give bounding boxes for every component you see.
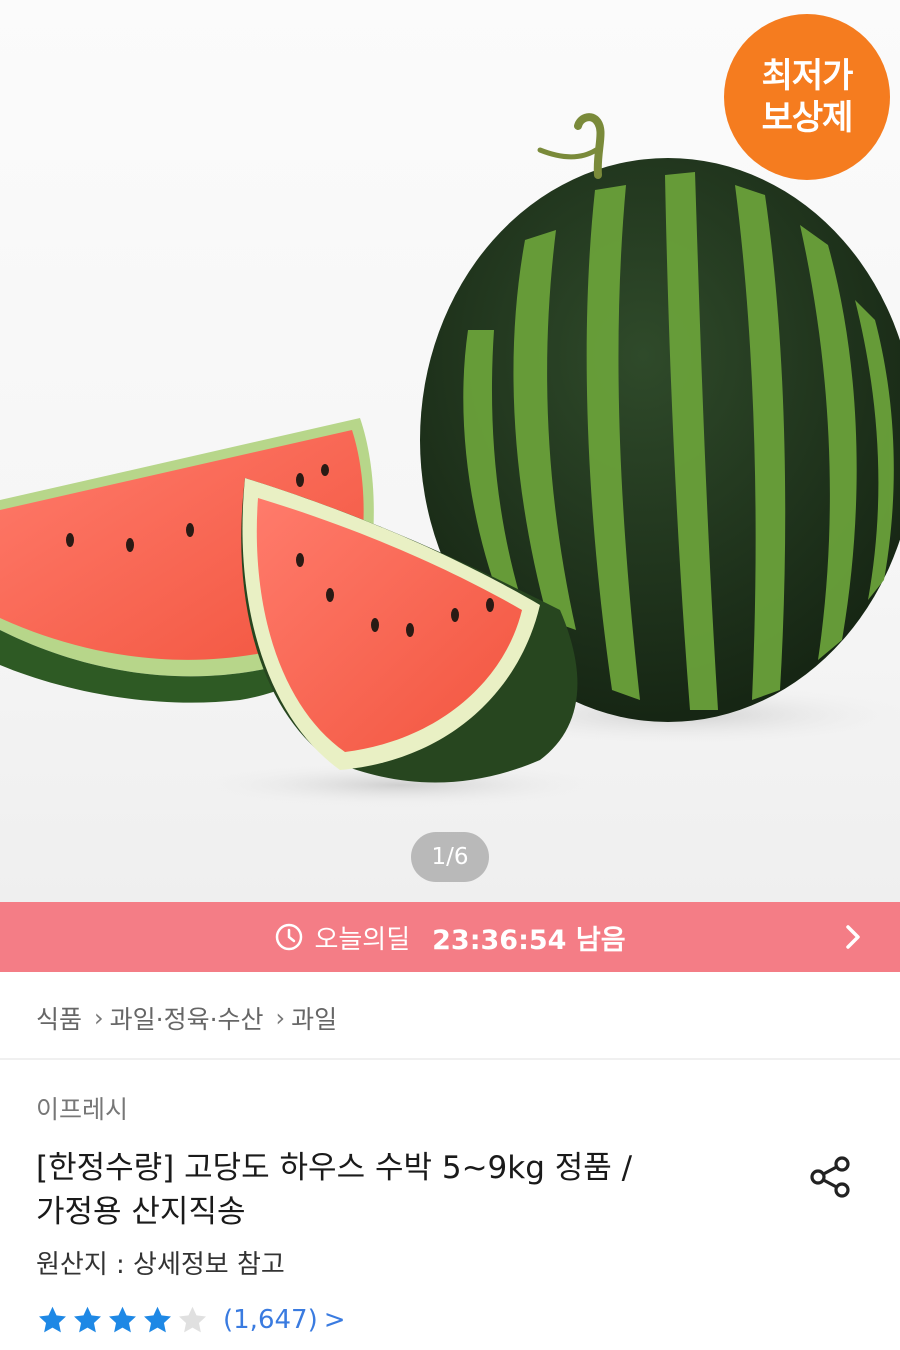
badge-line-2: 보상제 [761, 98, 854, 138]
rating-stars [36, 1304, 211, 1337]
product-title-line-2: 가정용 산지직송 [36, 1194, 246, 1230]
product-title: [한정수량] 고당도 하우스 수박 5~9kg 정품 / 가정용 산지직송 [36, 1146, 736, 1234]
star-filled-icon [74, 1306, 101, 1332]
breadcrumb-separator-icon: › [94, 1004, 104, 1032]
deal-label: 오늘의딜 [314, 924, 411, 955]
review-count[interactable]: (1,647) [223, 1305, 318, 1335]
todays-deal-bar[interactable]: 오늘의딜 23:36:54 남음 [0, 902, 900, 972]
clock-icon [276, 923, 303, 951]
breadcrumb: 식품 › 과일·정육·수산 › 과일 [36, 998, 337, 1038]
chevron-right-icon[interactable] [836, 920, 870, 954]
breadcrumb-item-fruit-meat-seafood[interactable]: 과일·정육·수산 [110, 1000, 264, 1036]
section-divider [0, 1058, 900, 1060]
lowest-price-guarantee-badge: 최저가 보상제 [724, 14, 890, 180]
chevron-right-icon[interactable]: > [324, 1305, 346, 1335]
share-icon[interactable] [806, 1152, 856, 1202]
breadcrumb-item-fruit[interactable]: 과일 [291, 1000, 337, 1036]
breadcrumb-item-food[interactable]: 식품 [36, 1000, 82, 1036]
product-image-carousel[interactable]: 최저가 보상제 1/6 [0, 0, 900, 902]
seller-name[interactable]: 이프레시 [36, 1090, 128, 1126]
deal-countdown-timer: 23:36:54 남음 [432, 924, 626, 956]
country-of-origin: 원산지 : 상세정보 참고 [36, 1250, 285, 1280]
rating-row[interactable]: (1,647) > [36, 1300, 346, 1340]
star-empty-icon [179, 1306, 206, 1332]
product-title-line-1: [한정수량] 고당도 하우스 수박 5~9kg 정품 / [36, 1150, 633, 1186]
breadcrumb-separator-icon: › [275, 1004, 286, 1032]
star-filled-icon [144, 1306, 171, 1332]
star-filled-icon [39, 1306, 66, 1332]
badge-line-1: 최저가 [761, 56, 854, 96]
star-filled-icon [109, 1306, 136, 1332]
image-pager-indicator: 1/6 [411, 832, 489, 882]
